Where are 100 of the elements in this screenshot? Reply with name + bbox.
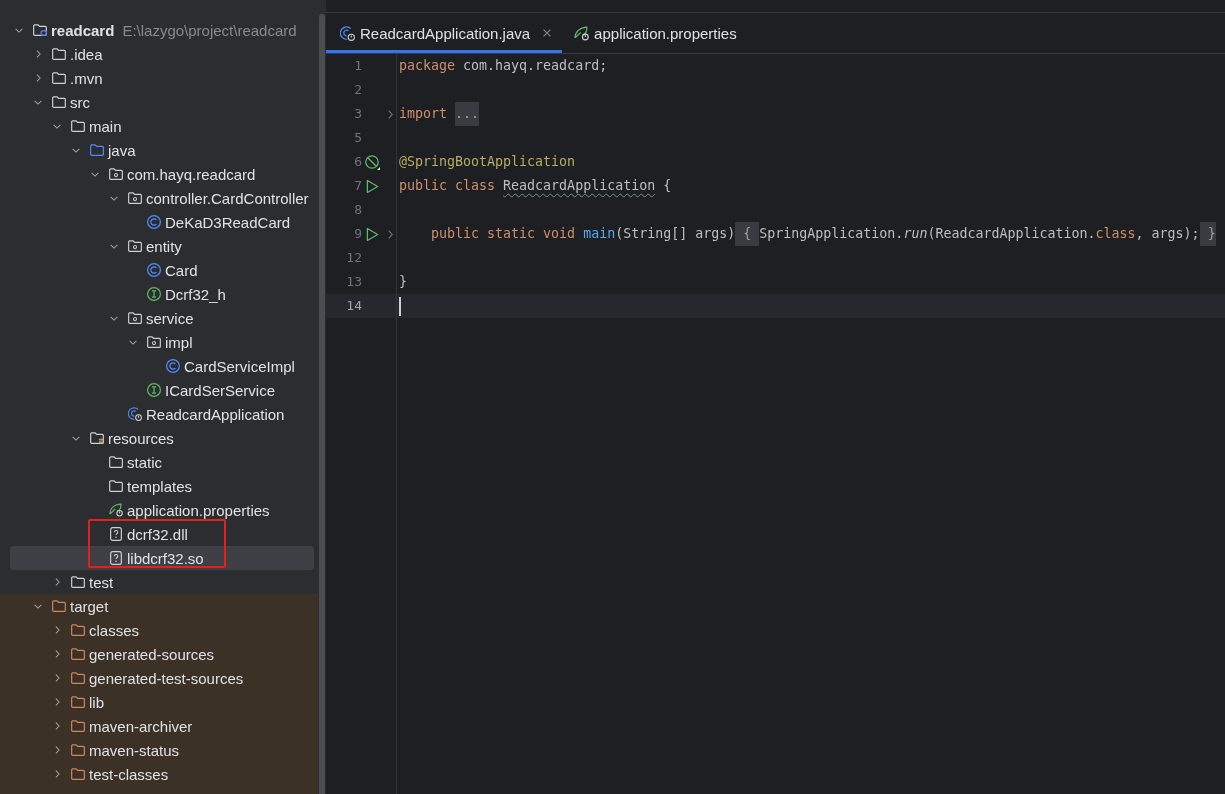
tree-item[interactable]: test-classes: [10, 762, 314, 786]
code-line: import ...: [399, 102, 480, 126]
editor-tab[interactable]: application.properties: [562, 13, 748, 53]
line-number: 12: [345, 249, 362, 267]
chevron-right-icon[interactable]: [55, 578, 60, 586]
folder-icon: [109, 479, 123, 493]
chevron-down-icon[interactable]: [15, 27, 23, 33]
tree-item[interactable]: static: [10, 450, 314, 474]
chevron-right-icon[interactable]: [55, 698, 60, 706]
question-file-icon: [109, 527, 123, 541]
code-line: public class ReadcardApplication {: [399, 177, 672, 195]
chevron-right-icon[interactable]: [55, 626, 60, 634]
folder-icon: [71, 119, 85, 133]
tree-item[interactable]: Dcrf32_h: [10, 282, 314, 306]
chevron-right-icon[interactable]: [388, 229, 393, 239]
circle-c-power-icon: [128, 407, 142, 421]
chevron-down-icon[interactable]: [34, 603, 42, 609]
folder-icon: [71, 575, 85, 589]
line-number: 1: [353, 57, 362, 75]
play-icon[interactable]: [365, 178, 379, 194]
tree-item[interactable]: Card: [10, 258, 314, 282]
folder-icon: [109, 455, 123, 469]
tree-item[interactable]: generated-test-sources: [10, 666, 314, 690]
circle-c-icon: [166, 359, 180, 373]
chevron-right-icon[interactable]: [36, 74, 41, 82]
folder-icon: [71, 719, 85, 733]
scrollbar-thumb[interactable]: [319, 14, 325, 794]
tree-item[interactable]: lib: [10, 690, 314, 714]
tree-item[interactable]: main: [10, 114, 314, 138]
folder-lines-icon: [90, 431, 104, 445]
line-number: 6: [353, 153, 362, 171]
chevron-down-icon[interactable]: [34, 99, 42, 105]
line-number: 13: [345, 273, 362, 291]
chevron-right-icon[interactable]: [55, 770, 60, 778]
circle-i-icon: [147, 287, 161, 301]
chevron-down-icon[interactable]: [110, 243, 118, 249]
tree-item[interactable]: target: [10, 594, 314, 618]
chevron-right-icon[interactable]: [55, 722, 60, 730]
tree-item[interactable]: controller.CardController: [10, 186, 314, 210]
leaf-power-icon: [574, 25, 590, 41]
code-line: package com.hayq.readcard;: [399, 57, 608, 75]
folder-icon: [71, 623, 85, 637]
tree-item[interactable]: maven-archiver: [10, 714, 314, 738]
tree-item[interactable]: application.properties: [10, 498, 314, 522]
code-line: public static void main(String[] args) { SpringApplication.run(ReadcardApplication.class, args); }: [399, 222, 1216, 246]
tree-item[interactable]: ReadcardApplication: [10, 402, 314, 426]
chevron-right-icon[interactable]: [55, 674, 60, 682]
leaf-power-icon: [109, 503, 123, 517]
chevron-right-icon[interactable]: [36, 50, 41, 58]
chevron-right-icon[interactable]: [55, 650, 60, 658]
tree-item[interactable]: dcrf32.dll: [10, 522, 314, 546]
tree-item[interactable]: impl: [10, 330, 314, 354]
line-number: 7: [353, 177, 362, 195]
chevron-down-icon[interactable]: [72, 147, 80, 153]
tree-item[interactable]: CardServiceImpl: [10, 354, 314, 378]
tree-item[interactable]: entity: [10, 234, 314, 258]
close-icon[interactable]: [543, 29, 552, 37]
tree-item[interactable]: ICardSerService: [10, 378, 314, 402]
chevron-right-icon[interactable]: [388, 109, 393, 119]
tree-item[interactable]: generated-sources: [10, 642, 314, 666]
folder-icon: [71, 647, 85, 661]
code-line: }: [399, 273, 407, 291]
line-number: 2: [353, 81, 362, 99]
tree-item[interactable]: test: [10, 570, 314, 594]
chevron-down-icon[interactable]: [72, 435, 80, 441]
circle-i-icon: [147, 383, 161, 397]
editor-tab[interactable]: ReadcardApplication.java: [326, 13, 563, 53]
tree-item[interactable]: .mvn: [10, 66, 314, 90]
circle-c-icon: [147, 215, 161, 229]
tree-item[interactable]: DeKaD3ReadCard: [10, 210, 314, 234]
circle-c-power-icon: [340, 25, 355, 41]
tree-item[interactable]: readcard E:\lazygo\project\readcard: [10, 18, 314, 42]
line-number: 5: [353, 129, 362, 147]
chevron-right-icon[interactable]: [55, 746, 60, 754]
line-number: 9: [353, 225, 362, 243]
tree-item[interactable]: com.hayq.readcard: [10, 162, 314, 186]
tree-item[interactable]: .idea: [10, 42, 314, 66]
folder-icon: [71, 695, 85, 709]
circle-c-icon: [147, 263, 161, 277]
tree-item[interactable]: classes: [10, 618, 314, 642]
chevron-down-icon[interactable]: [129, 339, 137, 345]
chevron-down-icon[interactable]: [91, 171, 99, 177]
tree-item[interactable]: service: [10, 306, 314, 330]
line-number: 3: [353, 105, 362, 123]
tree-item[interactable]: src: [10, 90, 314, 114]
line-number: 14: [345, 297, 362, 315]
tree-item[interactable]: templates: [10, 474, 314, 498]
tree-item[interactable]: resources: [10, 426, 314, 450]
folder-icon: [52, 599, 66, 613]
play-icon[interactable]: [365, 226, 379, 242]
tree-item[interactable]: maven-status: [10, 738, 314, 762]
chevron-down-icon[interactable]: [53, 123, 61, 129]
folder-icon: [71, 671, 85, 685]
code-line: @SpringBootApplication: [399, 153, 576, 171]
tree-item[interactable]: java: [10, 138, 314, 162]
tree-item[interactable]: libdcrf32.so: [10, 546, 314, 570]
chevron-down-icon[interactable]: [110, 315, 118, 321]
circle-slash-icon[interactable]: [364, 154, 380, 170]
chevron-down-icon[interactable]: [110, 195, 118, 201]
text-cursor: [399, 296, 401, 316]
